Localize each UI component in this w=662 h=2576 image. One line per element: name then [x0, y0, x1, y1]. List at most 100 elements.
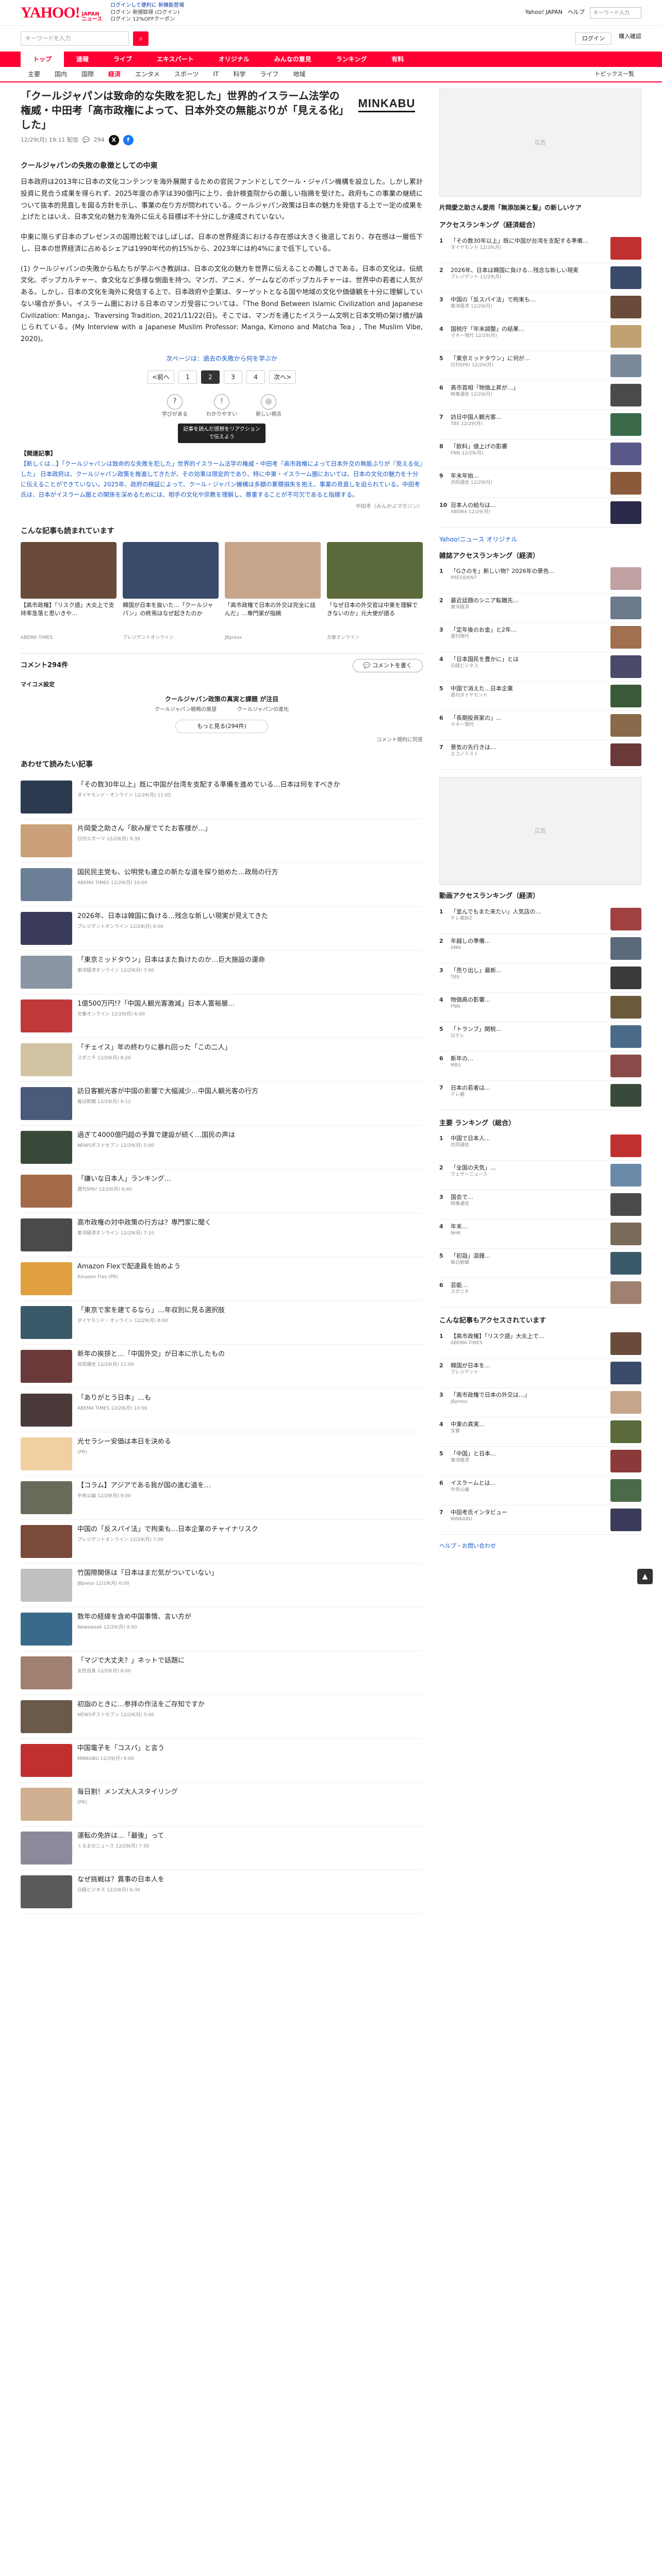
ranking-thumbnail[interactable] — [610, 1164, 641, 1187]
ranking-thumbnail[interactable] — [610, 1025, 641, 1048]
nav-top[interactable]: トップ — [21, 52, 64, 67]
ranking-thumbnail[interactable] — [610, 937, 641, 960]
related-thumbnail[interactable] — [225, 542, 321, 599]
ranking-thumbnail[interactable] — [610, 1479, 641, 1502]
list-item-title[interactable]: Amazon Flexで配達員を始めよう — [77, 1262, 423, 1272]
list-item-title[interactable]: 国民民主党も、公明党も連立の新たな道を探り始めた…政局の行方 — [77, 868, 423, 878]
ranking-item-title[interactable]: 物価高の影響… — [451, 996, 490, 1003]
list-item-title[interactable]: 2026年、日本は韓国に負ける…残念な新しい現実が見えてきた — [77, 912, 423, 922]
ranking-thumbnail[interactable] — [610, 1420, 641, 1443]
ranking-item[interactable]: 5 「中国」と日本… 東洋経済 — [439, 1447, 641, 1476]
reaction-clear[interactable]: ! わかりやすい — [206, 394, 237, 418]
ranking-text[interactable]: 中田考氏インタビュー MINKABU — [451, 1509, 606, 1531]
ranking-text[interactable]: 【高市政権】「リスク語」大炎上で… ABEMA TIMES — [451, 1332, 606, 1355]
list-thumbnail[interactable] — [21, 999, 72, 1033]
list-item[interactable]: 高市政権の対中政策の行方は？専門家に聞く 東洋経済オンライン 12/29(月) 7… — [21, 1213, 423, 1258]
expert-comment-1[interactable]: クールジャパン戦略の展望 — [155, 706, 217, 714]
list-item-title[interactable]: 【コラム】アジアである我が国の進む道を… — [77, 1481, 423, 1491]
ranking-text[interactable]: 中国で日本人… 共同通信 — [451, 1134, 606, 1157]
list-thumbnail[interactable] — [21, 1306, 72, 1340]
sidebar-ad-2[interactable]: 広告 — [439, 777, 641, 885]
cat-domestic[interactable]: 国内 — [47, 70, 74, 79]
list-item[interactable]: 中国の「反スパイ法」で拘束も…日本企業のチャイナリスク プレジデントオンライン 1… — [21, 1520, 423, 1564]
list-thumbnail[interactable] — [21, 1481, 72, 1515]
list-item[interactable]: 【コラム】アジアである我が国の進む道を… 中央公論 12/29(月) 9:00 — [21, 1476, 423, 1520]
ranking-item-title[interactable]: 景気の先行きは… — [451, 744, 496, 751]
ranking-thumbnail[interactable] — [610, 1054, 641, 1077]
ranking-item-title[interactable]: 日本人の給与は… — [451, 502, 496, 509]
ranking-text[interactable]: 年越しの準備… ANN — [451, 937, 606, 960]
reaction-new-view[interactable]: ◎ 新しい視点 — [256, 394, 282, 418]
ranking-item[interactable]: 7 日本の若者は… テレ朝 — [439, 1081, 641, 1110]
ranking-item-title[interactable]: 「中国」と日本… — [451, 1450, 496, 1457]
pager-4[interactable]: 4 — [246, 370, 265, 384]
ranking-item-title[interactable]: 国会で… — [451, 1194, 473, 1200]
ranking-thumbnail[interactable] — [610, 966, 641, 989]
facebook-share-icon[interactable]: f — [123, 135, 134, 145]
ranking-text[interactable]: 芸能… スポニチ — [451, 1281, 606, 1304]
list-item-title[interactable]: 高市政権の対中政策の行方は？専門家に聞く — [77, 1218, 423, 1228]
list-thumbnail[interactable] — [21, 1569, 72, 1602]
list-item-title[interactable]: 「マジで大丈夫？」ネットで話題に — [77, 1656, 423, 1666]
list-thumbnail[interactable] — [21, 1175, 72, 1208]
ranking-text[interactable]: イスラームとは… 中央公論 — [451, 1479, 606, 1502]
ranking-thumbnail[interactable] — [610, 907, 641, 930]
ranking-thumbnail[interactable] — [610, 685, 641, 707]
ranking-item[interactable]: 4 中東の真実… 文春 — [439, 1417, 641, 1447]
related-title[interactable]: 「高市政権で日本の外交は完全に詰んだ」...専門家が指摘 — [225, 601, 321, 633]
yahoo-japan-link[interactable]: Yahoo! JAPAN — [525, 8, 562, 17]
ranking-item[interactable]: 7 景気の先行きは… エコノミスト — [439, 740, 641, 770]
ranking-item[interactable]: 4 年末… NHK — [439, 1219, 641, 1249]
ranking-item[interactable]: 7 訪日中国人観光客… TBS 12/29(月) — [439, 410, 641, 439]
list-item-title[interactable]: 中国電子を「コスパ」と言う — [77, 1744, 423, 1754]
brand-logo[interactable]: MINKABU — [351, 91, 423, 118]
ranking-thumbnail[interactable] — [610, 655, 641, 678]
ranking-text[interactable]: 「中国」と日本… 東洋経済 — [451, 1450, 606, 1472]
ranking-item-title[interactable]: 芸能… — [451, 1282, 468, 1289]
ranking-item[interactable]: 6 高市首相「物価上昇が…」 時事通信 12/29(月) — [439, 381, 641, 410]
ranking-item[interactable]: 3 中国の「反スパイ法」で拘束も… 東洋経済 12/29(月) — [439, 293, 641, 322]
ranking-text[interactable]: 中国の「反スパイ法」で拘束も… 東洋経済 12/29(月) — [451, 296, 606, 318]
ranking-item[interactable]: 5 「東京ミッドタウン」に何が… 日刊SPA! 12/29(月) — [439, 351, 641, 381]
ranking-thumbnail[interactable] — [610, 1281, 641, 1304]
ranking-text[interactable]: 「長期投資家の」… マネー現代 — [451, 714, 606, 737]
ranking-item[interactable]: 2 韓国が日本を… プレジデント — [439, 1359, 641, 1388]
ranking-item[interactable]: 1 「Gさのを」新しい物？2026年の景色… PRESIDENT — [439, 564, 641, 594]
ranking-item[interactable]: 2 2026年、日本は韓国に負ける…残念な新しい現実 プレジデント 12/29(月) — [439, 263, 641, 293]
ranking-text[interactable]: 国税庁「年末調整」の結果… マネー現代 12/29(月) — [451, 325, 606, 348]
ranking-item-title[interactable]: 年越しの準備… — [451, 938, 490, 944]
sidebar-ad-1[interactable]: 広告 — [439, 89, 641, 197]
ranking-thumbnail[interactable] — [610, 626, 641, 649]
list-item-title[interactable]: 光セラシー安価は本日を決める — [77, 1437, 423, 1447]
list-item-title[interactable]: 中国の「反スパイ法」で拘束も…日本企業のチャイナリスク — [77, 1525, 423, 1535]
ranking-thumbnail[interactable] — [610, 442, 641, 465]
ranking-text[interactable]: 「その数30年以上」既に中国が台湾を支配する準備… ダイヤモンド 12/29(月) — [451, 237, 606, 260]
ranking-thumbnail[interactable] — [610, 995, 641, 1019]
pager-3[interactable]: 3 — [224, 370, 242, 384]
header-mini-search[interactable]: キーワード入力 — [590, 7, 641, 19]
list-thumbnail[interactable] — [21, 1350, 72, 1383]
ranking-thumbnail[interactable] — [610, 295, 641, 318]
comment-count[interactable]: 294 — [94, 136, 105, 145]
cat-main[interactable]: 主要 — [21, 70, 47, 79]
ranking-text[interactable]: 「並んでもまた来たい」人気店の… テレ東BIZ — [451, 908, 606, 930]
pager-next[interactable]: 次へ> — [269, 370, 296, 384]
list-thumbnail[interactable] — [21, 956, 72, 989]
list-item[interactable]: 竹国際関係は「日本はまだ気がついていない」 JBpress 12/29(月) 6:… — [21, 1564, 423, 1608]
ranking-text[interactable]: 「売り出し」最新… TBS — [451, 967, 606, 989]
ranking-item[interactable]: 6 「長期投資家の」… マネー現代 — [439, 711, 641, 740]
list-item-title[interactable]: 1億500万円!?「中国人観光客激減」日本人富裕層… — [77, 999, 423, 1009]
ranking-item-title[interactable]: 「日本国民を豊かに」とは — [451, 656, 519, 663]
ranking-text[interactable]: 日本の若者は… テレ朝 — [451, 1084, 606, 1107]
list-item-title[interactable]: 「嫌いな日本人」ランキング… — [77, 1175, 423, 1184]
list-item-title[interactable]: 「ありがとう日本」…も — [77, 1394, 423, 1403]
comment-write-button[interactable]: 💬 コメントを書く — [352, 658, 423, 673]
list-thumbnail[interactable] — [21, 1788, 72, 1821]
ranking-item[interactable]: 5 「トランプ」関税… 日テレ — [439, 1022, 641, 1052]
list-thumbnail[interactable] — [21, 1394, 72, 1427]
ranking-item-title[interactable]: 中国で日本人… — [451, 1135, 490, 1142]
ranking-text[interactable]: 韓国が日本を… プレジデント — [451, 1362, 606, 1384]
page-top-button[interactable]: ▲ — [637, 1569, 653, 1584]
x-share-icon[interactable]: X — [108, 135, 119, 145]
ranking-text[interactable]: 日本人の給与は… ABEMA 12/29(月) — [451, 501, 606, 524]
